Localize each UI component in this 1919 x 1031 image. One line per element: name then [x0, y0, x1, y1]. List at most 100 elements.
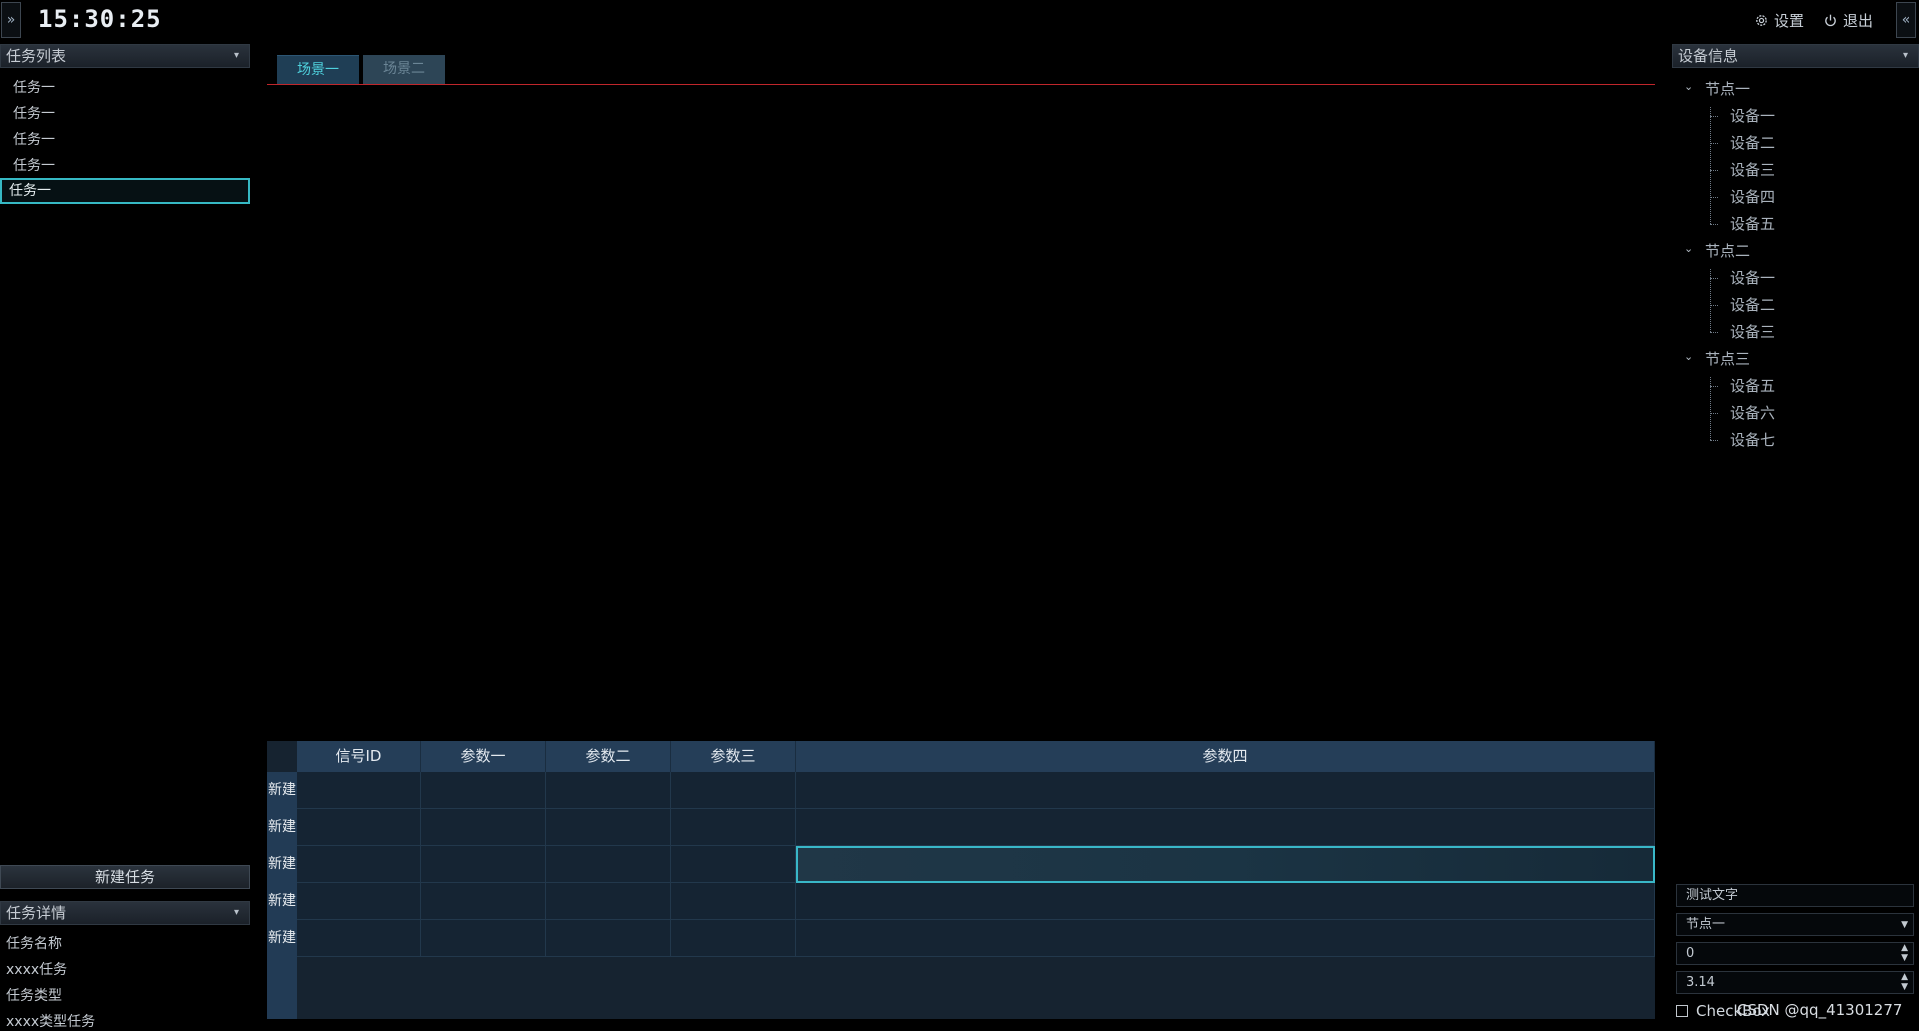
expand-left-button[interactable]: » — [1, 2, 21, 38]
tree-node[interactable]: 节点一 — [1705, 78, 1750, 99]
tree-connector — [1710, 143, 1718, 144]
column-header-param-three[interactable]: 参数三 — [671, 741, 796, 772]
table-cell[interactable] — [297, 846, 421, 883]
tree-leaf-device[interactable]: 设备一 — [1730, 105, 1775, 126]
tree-connector — [1710, 116, 1718, 117]
tree-node[interactable]: 节点二 — [1705, 240, 1750, 261]
spin-arrows-icon[interactable]: ▲ ▼ — [1901, 972, 1908, 992]
watermark: CSDN @qq_41301277 — [1737, 1001, 1903, 1019]
clock: 15:30:25 — [38, 5, 162, 33]
checkbox[interactable] — [1676, 1005, 1688, 1017]
tree-leaf-device[interactable]: 设备五 — [1730, 213, 1775, 234]
table-cell[interactable] — [546, 772, 671, 809]
task-list-item[interactable]: 任务一 — [0, 75, 250, 101]
table-cell[interactable] — [671, 920, 796, 957]
chevron-down-icon[interactable]: ⌄ — [1684, 350, 1693, 363]
tree-connector — [1710, 197, 1718, 198]
chevron-down-icon[interactable]: ⌄ — [1684, 80, 1693, 93]
table-cell[interactable] — [796, 920, 1655, 957]
table-cell[interactable] — [546, 920, 671, 957]
tree-connector — [1710, 170, 1718, 171]
tree-leaf-device[interactable]: 设备五 — [1730, 375, 1775, 396]
column-header-param-four[interactable]: 参数四 — [796, 741, 1655, 772]
tree-node[interactable]: 节点三 — [1705, 348, 1750, 369]
device-info-title: 设备信息 — [1678, 47, 1739, 65]
double-chevron-left-icon: « — [1901, 12, 1911, 28]
spin-arrows-icon[interactable]: ▲ ▼ — [1901, 943, 1908, 963]
table-cell[interactable] — [546, 809, 671, 846]
table-cell-active[interactable] — [796, 846, 1655, 883]
node-select[interactable]: 节点一 ▼ — [1676, 913, 1914, 936]
integer-spinbox[interactable]: 0 ▲ ▼ — [1676, 942, 1914, 965]
tree-leaf-device[interactable]: 设备七 — [1730, 429, 1775, 450]
table-cell[interactable] — [421, 772, 546, 809]
test-text-input[interactable]: 测试文字 — [1676, 884, 1914, 907]
task-list-item[interactable]: 任务一 — [0, 153, 250, 179]
table-cell[interactable] — [796, 809, 1655, 846]
tree-leaf-device[interactable]: 设备三 — [1730, 159, 1775, 180]
tree-leaf-device[interactable]: 设备二 — [1730, 132, 1775, 153]
table-cell[interactable] — [421, 809, 546, 846]
task-list-title: 任务列表 — [6, 47, 67, 65]
collapse-right-button[interactable]: « — [1896, 2, 1916, 38]
caret-down-icon: ▾ — [1902, 50, 1908, 61]
table-cell[interactable] — [796, 883, 1655, 920]
signal-table: 信号ID 参数一 参数二 参数三 参数四 新建 新建 新建 新建 新建 — [267, 741, 1655, 1019]
row-header-label[interactable]: 新建 — [267, 809, 297, 846]
settings-button[interactable]: 设置 — [1754, 10, 1804, 30]
task-type-label: 任务类型 — [6, 988, 62, 1004]
tree-leaf-device[interactable]: 设备三 — [1730, 321, 1775, 342]
table-cell[interactable] — [297, 920, 421, 957]
column-header-param-one[interactable]: 参数一 — [421, 741, 546, 772]
table-cell[interactable] — [297, 809, 421, 846]
row-header-label[interactable]: 新建 — [267, 846, 297, 883]
tree-connector — [1710, 107, 1711, 224]
row-header-label[interactable]: 新建 — [267, 772, 297, 809]
task-details-header[interactable]: 任务详情 ▾ — [0, 901, 250, 925]
tab-scene-two[interactable]: 场景二 — [363, 55, 445, 84]
new-task-button[interactable]: 新建任务 — [0, 865, 250, 889]
table-cell[interactable] — [297, 772, 421, 809]
task-details-title: 任务详情 — [6, 904, 67, 922]
table-cell[interactable] — [546, 883, 671, 920]
tree-connector — [1710, 278, 1718, 279]
column-header-signal-id[interactable]: 信号ID — [297, 741, 421, 772]
tree-leaf-device[interactable]: 设备一 — [1730, 267, 1775, 288]
tree-leaf-device[interactable]: 设备六 — [1730, 402, 1775, 423]
task-list-item-selected[interactable]: 任务一 — [0, 178, 250, 204]
task-list-item[interactable]: 任务一 — [0, 127, 250, 153]
column-header-param-two[interactable]: 参数二 — [546, 741, 671, 772]
gear-icon — [1756, 14, 1767, 26]
tree-leaf-device[interactable]: 设备二 — [1730, 294, 1775, 315]
table-cell[interactable] — [546, 846, 671, 883]
row-header-label[interactable]: 新建 — [267, 883, 297, 920]
integer-spinbox-value: 0 — [1686, 946, 1695, 961]
chevron-down-icon[interactable]: ⌄ — [1684, 242, 1693, 255]
tab-scene-one[interactable]: 场景一 — [277, 55, 359, 84]
tree-connector — [1710, 332, 1718, 333]
table-cell[interactable] — [796, 772, 1655, 809]
row-header-label[interactable]: 新建 — [267, 920, 297, 957]
table-cell[interactable] — [671, 846, 796, 883]
task-type-value: xxxx类型任务 — [6, 1014, 96, 1030]
double-spinbox[interactable]: 3.14 ▲ ▼ — [1676, 971, 1914, 994]
device-info-header[interactable]: 设备信息 ▾ — [1672, 44, 1919, 68]
tree-connector — [1710, 440, 1718, 441]
table-cell[interactable] — [421, 846, 546, 883]
task-name-value: xxxx任务 — [6, 962, 68, 978]
exit-button[interactable]: 退出 — [1823, 10, 1873, 30]
table-cell[interactable] — [297, 883, 421, 920]
double-spinbox-value: 3.14 — [1686, 975, 1715, 990]
tree-leaf-device[interactable]: 设备四 — [1730, 186, 1775, 207]
node-select-value: 节点一 — [1686, 917, 1726, 932]
table-cell[interactable] — [671, 883, 796, 920]
top-bar: » 15:30:25 设置 退出 « — [0, 0, 1919, 40]
table-cell[interactable] — [421, 920, 546, 957]
table-cell[interactable] — [421, 883, 546, 920]
task-list-header[interactable]: 任务列表 ▾ — [0, 44, 250, 68]
tree-connector — [1710, 224, 1718, 225]
task-list-item[interactable]: 任务一 — [0, 101, 250, 127]
table-cell[interactable] — [671, 772, 796, 809]
table-cell[interactable] — [671, 809, 796, 846]
tree-connector — [1710, 269, 1711, 332]
